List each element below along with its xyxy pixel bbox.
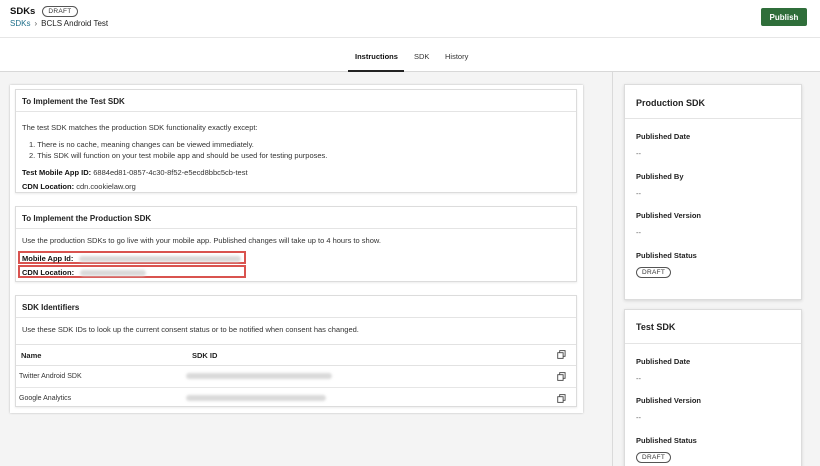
published-date-value: -- [636,149,641,158]
breadcrumb: SDKs › BCLS Android Test [10,19,108,28]
published-version-value: -- [636,413,641,422]
test-app-id-value[interactable]: 6884ed81-0857-4c30-8f52-e5ecd8bbc5cb-tes… [93,168,247,177]
table-row: Twitter Android SDK [16,366,576,388]
publish-button[interactable]: Publish [761,8,807,26]
identifiers-intro: Use these SDK IDs to look up the current… [22,325,359,334]
card-title: To Implement the Production SDK [16,207,576,229]
card-title: SDK Identifiers [16,296,576,318]
test-cdn-row: CDN Location: cdn.cookielaw.org [22,182,136,191]
page-title: SDKs [10,6,36,17]
table-header: Name SDK ID [16,344,576,366]
chevron-right-icon: › [34,19,38,28]
column-name: Name [21,351,42,360]
page-header: SDKs DRAFT SDKs › BCLS Android Test Publ… [0,0,820,37]
published-by-label: Published By [636,172,684,181]
published-date-value: -- [636,374,641,383]
published-date-label: Published Date [636,132,691,141]
published-version-value: -- [636,228,641,237]
published-status-label: Published Status [636,436,697,445]
prod-app-id-label: Mobile App Id: [22,254,74,263]
published-date-label: Published Date [636,357,691,366]
copy-icon[interactable] [557,350,566,359]
copy-icon[interactable] [557,372,566,381]
breadcrumb-link-sdks[interactable]: SDKs [10,19,30,28]
title-row: SDKs DRAFT [10,6,78,17]
prod-cdn-label: CDN Location: [22,268,75,277]
test-cdn-label: CDN Location: [22,182,75,191]
prod-cdn-row: CDN Location: [22,268,147,277]
status-badge: DRAFT [636,267,672,278]
list-item: 1. There is no cache, meaning changes ca… [29,140,254,149]
redacted-cdn [80,270,147,277]
sdk-name: Twitter Android SDK [19,373,82,380]
active-tab-indicator [348,70,404,72]
published-version-label: Published Version [636,211,702,220]
test-cdn-value[interactable]: cdn.cookielaw.org [76,182,136,191]
card-title: To Implement the Test SDK [16,90,576,112]
test-sdk-intro: The test SDK matches the production SDK … [22,123,258,132]
tab-history[interactable]: History [445,52,468,61]
tab-sdk[interactable]: SDK [414,52,429,61]
panel-title: Test SDK [636,322,676,332]
test-app-id-label: Test Mobile App ID: [22,168,92,177]
panel-divider [612,72,613,466]
panel-title: Production SDK [636,98,705,108]
prod-sdk-intro: Use the production SDKs to go live with … [22,236,381,245]
test-sdk-panel: Test SDK Published Date -- Published Ver… [624,309,802,466]
redacted-sdk-id [186,395,326,401]
test-sdk-card: To Implement the Test SDK The test SDK m… [15,89,577,193]
copy-icon[interactable] [557,394,566,403]
production-sdk-panel: Production SDK Published Date -- Publish… [624,84,802,300]
status-badge: DRAFT [636,452,672,463]
instructions-panel: To Implement the Test SDK The test SDK m… [10,85,583,413]
breadcrumb-current: BCLS Android Test [41,19,109,28]
status-badge: DRAFT [42,6,78,17]
table-row: Google Analytics [16,388,576,410]
divider [625,343,801,344]
column-sdk-id: SDK ID [192,351,218,360]
redacted-sdk-id [186,373,332,379]
sdk-name: Google Analytics [19,395,72,402]
prod-sdk-card: To Implement the Production SDK Use the … [15,206,577,282]
published-version-label: Published Version [636,396,702,405]
published-by-value: -- [636,189,641,198]
published-status-label: Published Status [636,251,697,260]
test-app-id-row: Test Mobile App ID: 6884ed81-0857-4c30-8… [22,168,248,177]
tab-bar: Instructions SDK History [0,37,820,72]
divider [625,118,801,119]
sdk-identifiers-card: SDK Identifiers Use these SDK IDs to loo… [15,295,577,407]
tab-instructions[interactable]: Instructions [355,52,398,61]
list-item: 2. This SDK will function on your test m… [29,151,328,160]
prod-app-id-row: Mobile App Id: [22,254,242,263]
redacted-app-id [79,256,242,263]
